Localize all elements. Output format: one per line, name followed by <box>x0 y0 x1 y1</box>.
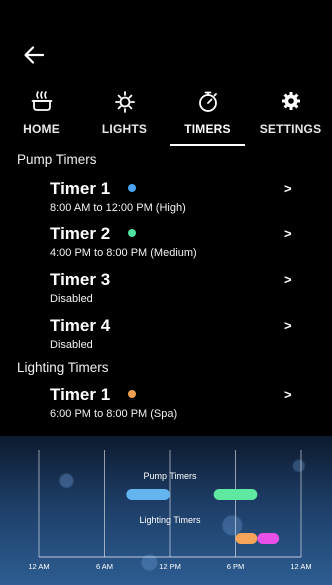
chevron-right-icon: > <box>284 181 292 196</box>
status-bar <box>0 0 332 26</box>
pump-timers-label: Pump Timers <box>143 471 197 481</box>
lighting-timer-row-1[interactable]: Timer 1 6:00 PM to 8:00 PM (Spa) > <box>0 385 332 429</box>
timer-schedule: 4:00 PM to 8:00 PM (Medium) <box>50 247 197 259</box>
tab-bar: HOME LIGHTS TIMERS SETTINGS <box>0 86 332 146</box>
tick-label: 12 AM <box>28 562 49 571</box>
lighting-timers-label: Lighting Timers <box>139 515 201 525</box>
tick-label: 6 AM <box>96 562 113 571</box>
tab-label: SETTINGS <box>259 122 322 136</box>
lighting-timers-heading: Lighting Timers <box>17 360 109 375</box>
pump-timer-row-2[interactable]: Timer 2 4:00 PM to 8:00 PM (Medium) > <box>0 224 332 268</box>
timer-schedule: 8:00 AM to 12:00 PM (High) <box>50 202 186 214</box>
pump-timer-bar <box>126 489 170 500</box>
tab-label: TIMERS <box>184 122 231 136</box>
timer-color-dot <box>128 390 136 398</box>
tick-label: 12 AM <box>290 562 311 571</box>
chevron-right-icon: > <box>284 226 292 241</box>
tab-settings[interactable]: SETTINGS <box>249 86 332 146</box>
gear-icon <box>281 92 300 110</box>
lighting-timer-bar <box>235 533 258 544</box>
tick-label: 12 PM <box>159 562 181 571</box>
timer-schedule: Disabled <box>50 293 93 305</box>
tab-home[interactable]: HOME <box>0 86 83 146</box>
timer-timeline: 12 AM 6 AM 12 PM 6 PM 12 AM Pump Timers Lighti… <box>0 436 332 585</box>
timer-schedule: Disabled <box>50 339 93 351</box>
timer-name: Timer 1 <box>50 179 111 198</box>
tick-label: 6 PM <box>227 562 245 571</box>
timer-schedule: 6:00 PM to 8:00 PM (Spa) <box>50 408 178 420</box>
timer-color-dot <box>128 229 136 237</box>
pump-timer-bar <box>213 489 258 500</box>
chevron-right-icon: > <box>284 387 292 402</box>
stopwatch-icon <box>198 91 217 112</box>
timer-list[interactable]: Pump Timers Timer 1 8:00 AM to 12:00 PM … <box>0 148 332 436</box>
pump-timer-row-4[interactable]: Timer 4 Disabled > <box>0 316 332 360</box>
tab-label: LIGHTS <box>101 122 148 136</box>
spa-tub-icon <box>31 91 52 111</box>
tab-label: HOME <box>23 122 60 136</box>
pump-timers-heading: Pump Timers <box>17 152 97 167</box>
tab-lights[interactable]: LIGHTS <box>83 86 166 146</box>
timer-name: Timer 2 <box>50 224 111 243</box>
pump-timer-row-1[interactable]: Timer 1 8:00 AM to 12:00 PM (High) > <box>0 179 332 223</box>
tab-timers[interactable]: TIMERS <box>166 86 249 146</box>
timer-name: Timer 4 <box>50 316 111 335</box>
timer-color-dot <box>128 184 136 192</box>
chevron-right-icon: > <box>284 318 292 333</box>
back-arrow-icon[interactable] <box>22 44 46 66</box>
timer-name: Timer 1 <box>50 385 111 404</box>
lighting-timer-bar <box>257 533 280 544</box>
timer-name: Timer 3 <box>50 270 111 289</box>
timeline-chart: 12 AM 6 AM 12 PM 6 PM 12 AM Pump Timers Lighti… <box>28 450 312 571</box>
chevron-right-icon: > <box>284 272 292 287</box>
pump-timer-row-3[interactable]: Timer 3 Disabled > <box>0 270 332 314</box>
light-bulb-icon <box>114 91 135 113</box>
